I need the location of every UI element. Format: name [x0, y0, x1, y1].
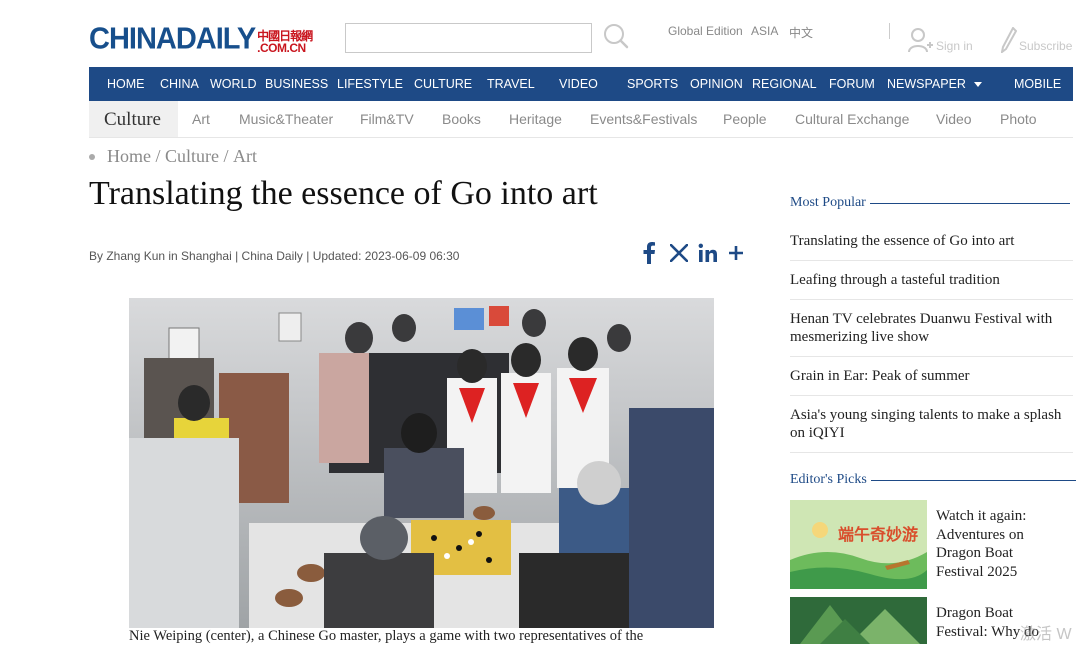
subnav-photo[interactable]: Photo — [1000, 111, 1037, 127]
editors-picks-heading: Editor's Picks — [790, 472, 1076, 488]
nav-china[interactable]: CHINA — [160, 77, 199, 91]
photo-caption: Nie Weiping (center), a Chinese Go maste… — [129, 628, 644, 644]
global-edition-link[interactable]: Global Edition — [668, 24, 743, 38]
chinadaily-logo[interactable]: CHINADAILY 中國日報網 .COM.CN — [89, 22, 313, 56]
nav-newspaper[interactable]: NEWSPAPER — [887, 77, 966, 91]
subnav-people[interactable]: People — [723, 111, 767, 127]
nav-travel[interactable]: TRAVEL — [487, 77, 535, 91]
subnav-events-festivals[interactable]: Events&Festivals — [590, 111, 697, 127]
nav-culture[interactable]: CULTURE — [414, 77, 472, 91]
most-popular-item[interactable]: Asia's young singing talents to make a s… — [790, 406, 1073, 442]
subnav-video[interactable]: Video — [936, 111, 972, 127]
most-popular-item[interactable]: Leafing through a tasteful tradition — [790, 271, 1073, 289]
x-icon[interactable] — [667, 240, 691, 266]
pick-thumbnail[interactable] — [790, 597, 927, 644]
user-icon — [908, 28, 933, 53]
subnav-heritage[interactable]: Heritage — [509, 111, 562, 127]
most-popular-heading: Most Popular — [790, 195, 1070, 211]
nav-opinion[interactable]: OPINION — [690, 77, 743, 91]
breadcrumb-home[interactable]: Home — [107, 146, 151, 167]
breadcrumb: Home / Culture / Art — [89, 146, 257, 167]
bullet-icon — [89, 153, 95, 160]
facebook-icon[interactable] — [637, 240, 661, 266]
nav-home[interactable]: HOME — [107, 77, 145, 91]
subscribe-label: Subscribe — [1019, 39, 1073, 53]
pen-icon — [1001, 27, 1017, 53]
article-byline: By Zhang Kun in Shanghai | China Daily |… — [89, 249, 460, 263]
sign-in-label: Sign in — [936, 39, 973, 53]
search-icon[interactable] — [603, 23, 629, 49]
pick-thumb-text: 端午奇妙游 — [838, 525, 918, 544]
nav-business[interactable]: BUSINESS — [265, 77, 328, 91]
pick-title[interactable]: Watch it again: Adventures on Dragon Boa… — [936, 507, 1056, 581]
search-input[interactable] — [345, 23, 592, 53]
linkedin-icon[interactable] — [696, 240, 720, 266]
subnav-film-tv[interactable]: Film&TV — [360, 111, 414, 127]
chinese-edition-link[interactable]: 中文 — [789, 24, 813, 41]
main-nav: HOME CHINA WORLD BUSINESS LIFESTYLE CULT… — [89, 67, 1073, 101]
most-popular-item[interactable]: Translating the essence of Go into art — [790, 232, 1073, 250]
sign-in-link[interactable]: Sign in — [908, 27, 973, 53]
subnav-music-theater[interactable]: Music&Theater — [239, 111, 333, 127]
subnav-culture-active[interactable]: Culture — [104, 109, 161, 131]
chevron-down-icon[interactable] — [974, 82, 982, 87]
most-popular-item[interactable]: Grain in Ear: Peak of summer — [790, 367, 1073, 385]
activation-watermark: 激活 W — [1020, 626, 1072, 643]
subnav-cultural-exchange[interactable]: Cultural Exchange — [795, 111, 909, 127]
nav-video[interactable]: VIDEO — [559, 77, 598, 91]
article-headline: Translating the essence of Go into art — [89, 175, 598, 212]
nav-sports[interactable]: SPORTS — [627, 77, 678, 91]
subnav-books[interactable]: Books — [442, 111, 481, 127]
nav-mobile[interactable]: MOBILE — [1014, 77, 1061, 91]
logo-domain: .COM.CN — [257, 41, 306, 55]
header-divider — [889, 23, 890, 39]
article-photo — [129, 298, 714, 628]
nav-regional[interactable]: REGIONAL — [752, 77, 817, 91]
subscribe-link[interactable]: Subscribe — [1001, 27, 1072, 53]
sub-nav: Culture Art Music&Theater Film&TV Books … — [89, 101, 1073, 138]
pick-thumbnail[interactable]: 端午奇妙游 — [790, 500, 927, 589]
subnav-art[interactable]: Art — [192, 111, 210, 127]
logo-wordmark: CHINADAILY — [89, 22, 256, 56]
plus-icon[interactable] — [724, 240, 748, 266]
nav-lifestyle[interactable]: LIFESTYLE — [337, 77, 403, 91]
asia-edition-link[interactable]: ASIA — [751, 24, 778, 38]
breadcrumb-art[interactable]: Art — [233, 146, 257, 167]
nav-world[interactable]: WORLD — [210, 77, 257, 91]
breadcrumb-culture[interactable]: Culture — [165, 146, 219, 167]
most-popular-item[interactable]: Henan TV celebrates Duanwu Festival with… — [790, 310, 1073, 346]
nav-forum[interactable]: FORUM — [829, 77, 875, 91]
